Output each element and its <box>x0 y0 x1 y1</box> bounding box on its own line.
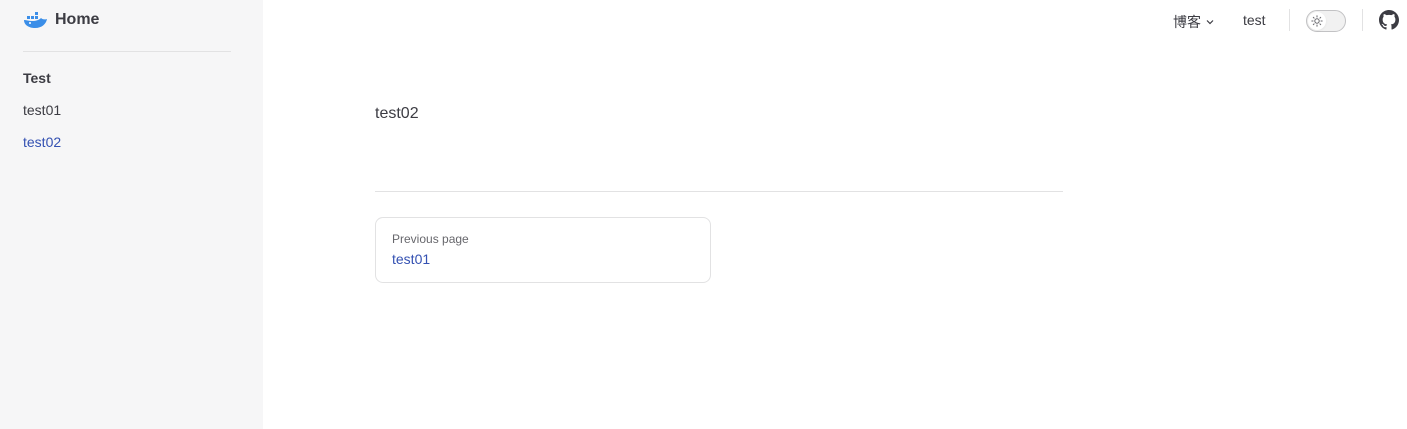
prev-page-title: test01 <box>392 251 431 267</box>
sidebar-item-test02[interactable]: test02 <box>23 134 61 150</box>
sun-icon <box>1311 15 1323 27</box>
nav-blog-menu[interactable]: 博客 <box>1173 12 1215 32</box>
whale-logo-icon <box>24 12 47 28</box>
doc-footer-divider <box>375 191 1063 192</box>
logo-text: Home <box>55 11 100 28</box>
nav-test-link[interactable]: test <box>1243 12 1266 28</box>
prev-page-desc: Previous page <box>392 232 469 246</box>
theme-toggle[interactable] <box>1306 10 1346 32</box>
prev-page-link[interactable]: Previous page test01 <box>375 217 711 283</box>
sidebar-group-title: Test <box>23 70 51 86</box>
github-icon[interactable] <box>1379 10 1399 30</box>
nav-divider <box>1289 9 1290 31</box>
nav-blog-label: 博客 <box>1173 14 1201 30</box>
home-logo-link[interactable]: Home <box>23 9 99 31</box>
sidebar-divider <box>23 51 231 52</box>
doc-content: test02 <box>375 105 419 122</box>
theme-toggle-knob <box>1308 12 1326 30</box>
chevron-down-icon <box>1206 20 1214 25</box>
nav-divider <box>1362 9 1363 31</box>
sidebar: Home Test test01 test02 <box>0 0 263 429</box>
sidebar-item-test01[interactable]: test01 <box>23 102 61 118</box>
